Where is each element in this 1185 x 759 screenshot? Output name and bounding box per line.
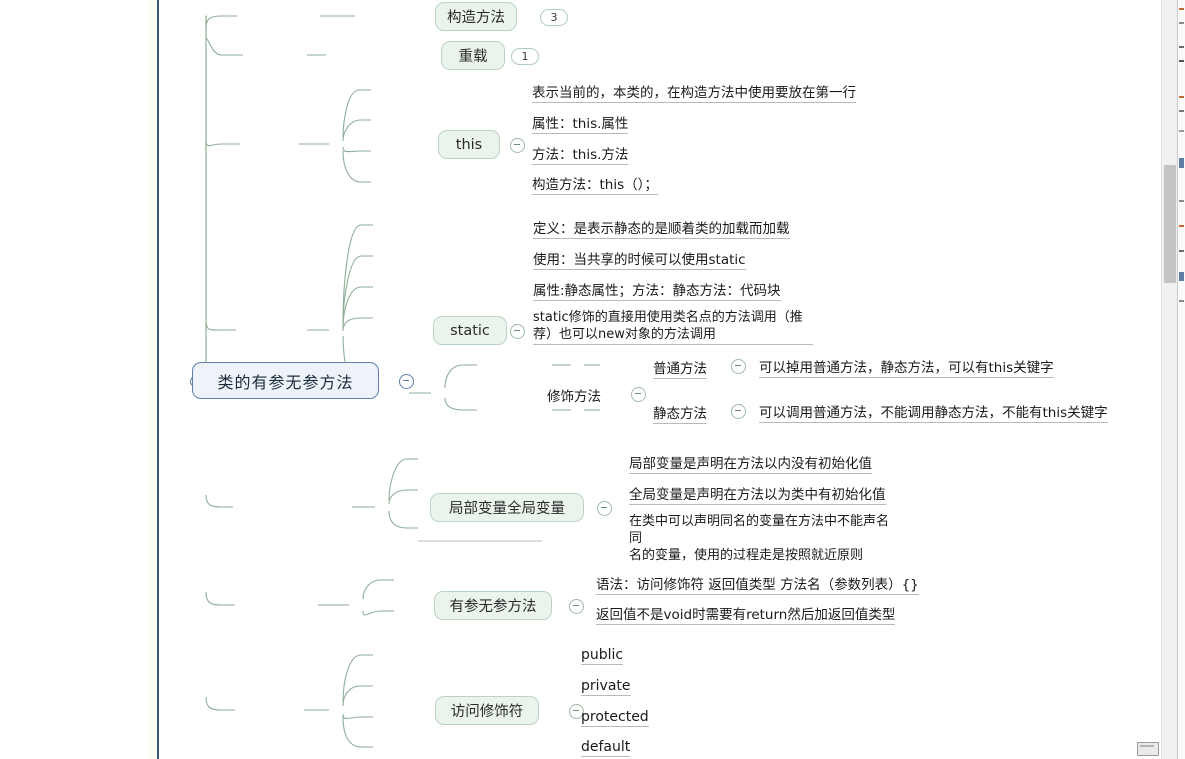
branch-node-variables[interactable]: 局部变量全局变量 (430, 493, 584, 522)
leaf-methods-0[interactable]: 语法：访问修饰符 返回值类型 方法名（参数列表）{} (596, 573, 919, 595)
badge-overload-value: 1 (521, 50, 529, 63)
toggle-modifier-methods[interactable] (631, 387, 646, 402)
mindmap-canvas[interactable]: 类的有参无参方法 构造方法 3 重载 1 this 表示当前的，本类的，在构造方… (159, 0, 1162, 759)
badge-constructor-value: 3 (550, 11, 558, 24)
leaf-this-2[interactable]: 方法：this.方法 (532, 143, 629, 165)
root-node-label: 类的有参无参方法 (217, 372, 354, 392)
toggle-variables[interactable] (597, 501, 612, 516)
root-node[interactable]: 类的有参无参方法 (192, 362, 379, 399)
branch-label-variables: 局部变量全局变量 (449, 501, 565, 517)
background-window-sliver[interactable] (1177, 0, 1185, 759)
vertical-scrollbar[interactable] (1161, 0, 1178, 759)
leaf-this-1[interactable]: 属性：this.属性 (532, 112, 629, 134)
branch-label-static: static (450, 322, 490, 339)
leaf-static-method[interactable]: 静态方法 (653, 402, 707, 424)
toggle-normal-method[interactable] (731, 359, 746, 374)
toggle-this[interactable] (510, 138, 525, 153)
toggle-static-method[interactable] (731, 404, 746, 419)
leaf-static-0[interactable]: 定义：是表示静态的是顺着类的加载而加载 (533, 217, 790, 239)
status-bar-icon[interactable] (1137, 742, 1159, 756)
scrollbar-thumb[interactable] (1164, 165, 1176, 283)
leaf-static-1[interactable]: 使用：当共享的时候可以使用static (533, 248, 746, 270)
leaf-normal-method-desc[interactable]: 可以掉用普通方法，静态方法，可以有this关键字 (759, 356, 1054, 378)
leaf-this-0[interactable]: 表示当前的，本类的，在构造方法中使用要放在第一行 (532, 81, 856, 103)
branch-label-constructor: 构造方法 (447, 10, 505, 26)
leaf-modifier-protected[interactable]: protected (581, 709, 649, 727)
branch-node-static[interactable]: static (433, 316, 507, 345)
left-ivory-strip (148, 0, 156, 759)
leaf-normal-method[interactable]: 普通方法 (653, 357, 707, 379)
badge-overload-count[interactable]: 1 (511, 48, 539, 65)
toggle-static[interactable] (510, 324, 525, 339)
branch-label-overload: 重载 (458, 49, 488, 65)
badge-constructor-count[interactable]: 3 (540, 9, 568, 26)
leaf-this-3[interactable]: 构造方法：this（）； (532, 173, 658, 195)
branch-node-modifiers[interactable]: 访问修饰符 (435, 696, 539, 725)
branch-label-modifiers: 访问修饰符 (450, 704, 524, 720)
leaf-modifier-public[interactable]: public (581, 647, 624, 665)
leaf-variables-1[interactable]: 全局变量是声明在方法以为类中有初始化值 (629, 483, 886, 505)
left-gutter (0, 0, 152, 759)
root-collapse-toggle[interactable] (399, 374, 414, 389)
leaf-variables-2[interactable]: 在类中可以声明同名的变量在方法中不能声名同 名的变量，使用的过程走是按照就近原则 (629, 513, 901, 565)
leaf-static-method-desc[interactable]: 可以调用普通方法，不能调用静态方法，不能有this关键字 (759, 401, 1108, 423)
leaf-static-3[interactable]: static修饰的直接用使用类名点的方法调用（推 荐）也可以new对象的方法调用 (533, 309, 813, 345)
branch-node-overload[interactable]: 重载 (441, 41, 505, 70)
mindmap-app: 类的有参无参方法 构造方法 3 重载 1 this 表示当前的，本类的，在构造方… (0, 0, 1185, 759)
branch-label-this: this (455, 136, 483, 153)
branch-node-constructor[interactable]: 构造方法 (435, 2, 517, 31)
branch-label-methods: 有参无参方法 (449, 599, 537, 615)
leaf-modifier-default[interactable]: default (581, 739, 631, 757)
branch-node-this[interactable]: this (438, 130, 500, 159)
leaf-modifier-private[interactable]: private (581, 678, 631, 696)
leaf-static-2[interactable]: 属性:静态属性；方法：静态方法：代码块 (533, 279, 781, 301)
leaf-variables-0[interactable]: 局部变量是声明在方法以内没有初始化值 (629, 452, 872, 474)
leaf-static-modifier-methods[interactable]: 修饰方法 (547, 385, 601, 406)
leaf-methods-1[interactable]: 返回值不是void时需要有return然后加返回值类型 (596, 603, 896, 625)
toggle-methods[interactable] (569, 599, 584, 614)
branch-node-methods[interactable]: 有参无参方法 (434, 591, 552, 620)
